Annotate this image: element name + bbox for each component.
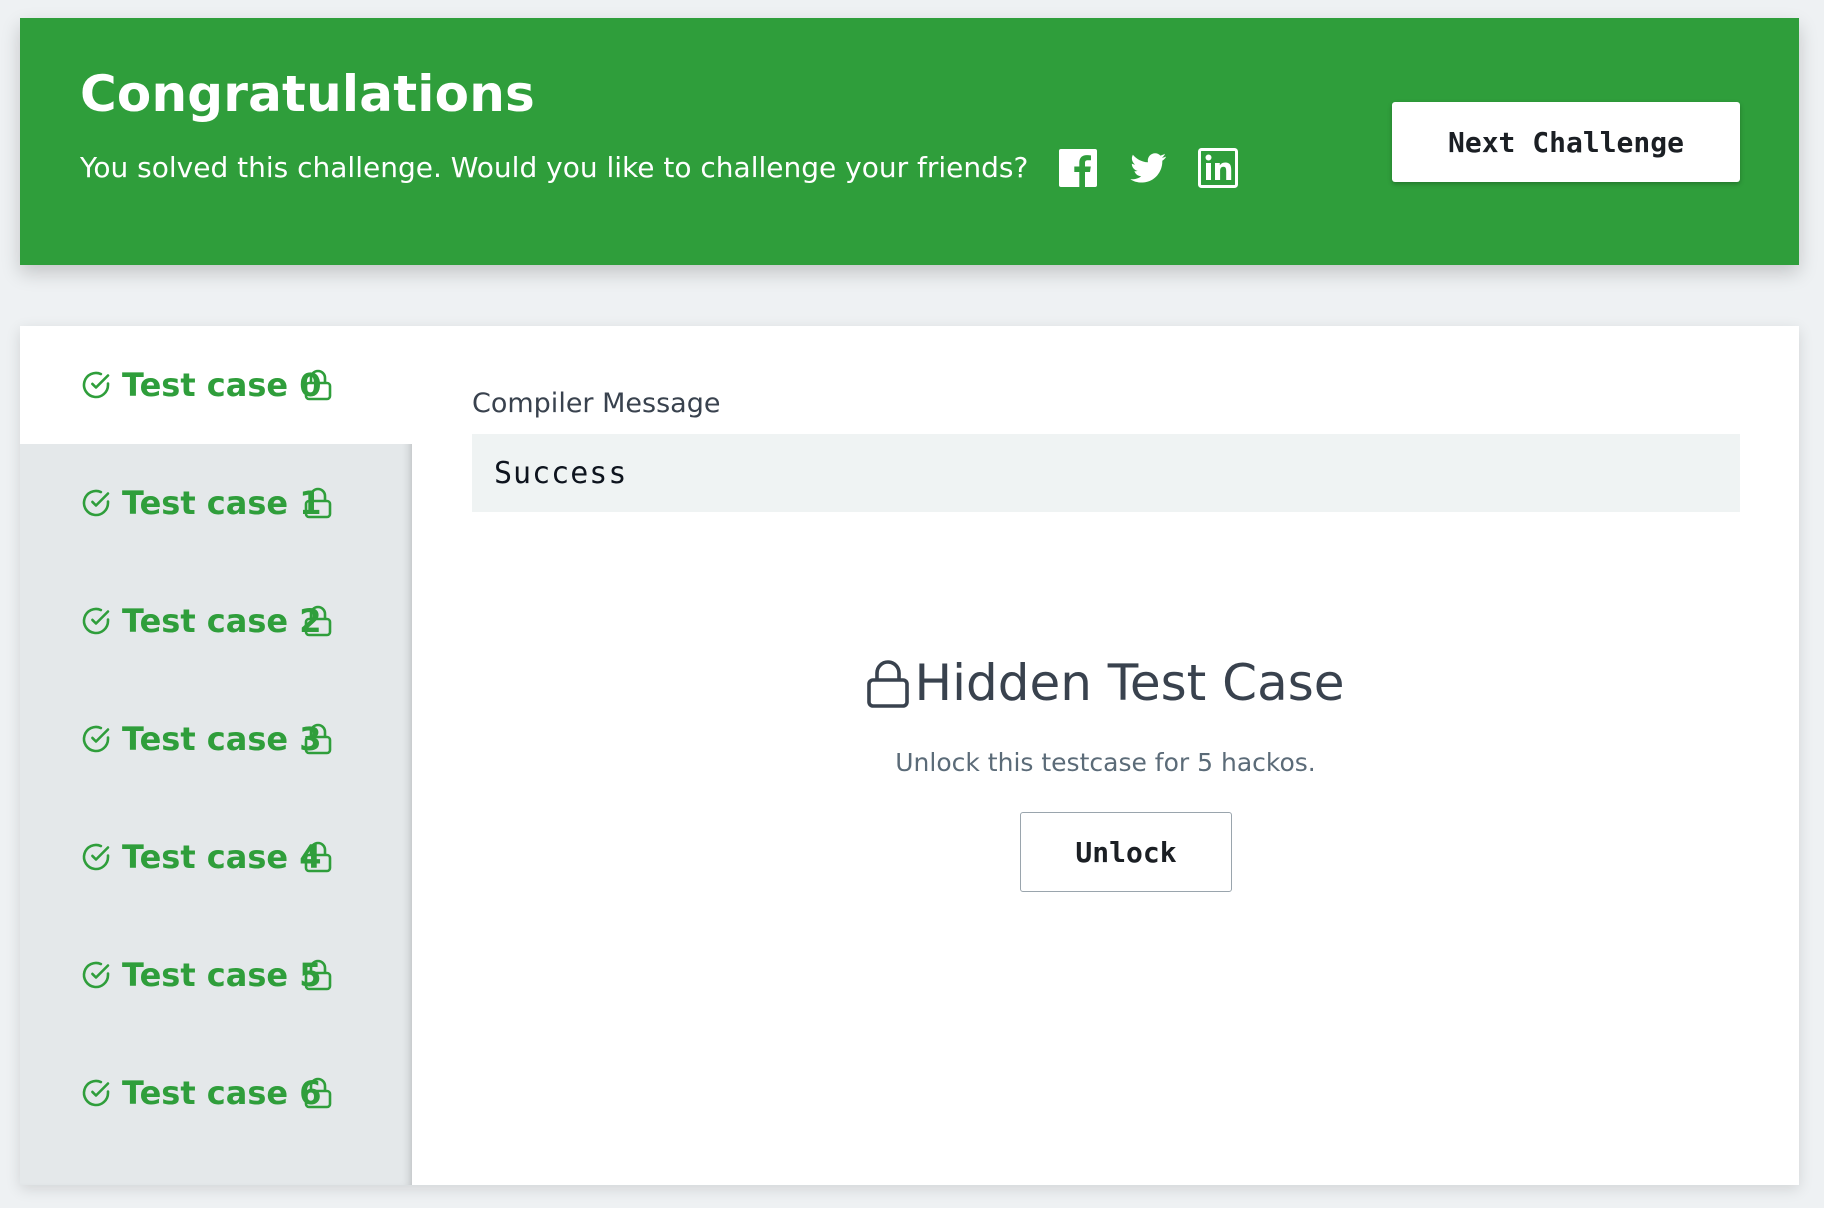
unlock-cost-note: Unlock this testcase for 5 hackos. bbox=[895, 748, 1316, 777]
banner-subtitle-row: You solved this challenge. Would you lik… bbox=[80, 148, 1268, 188]
test-case-tabs: Test case 0 Test case 1 Test case 2 Test… bbox=[20, 326, 412, 1185]
check-circle-icon bbox=[80, 723, 112, 755]
banner-subtitle: You solved this challenge. Would you lik… bbox=[80, 151, 1029, 185]
tab-label: Test case 2 bbox=[122, 602, 322, 640]
compiler-message-label: Compiler Message bbox=[472, 388, 721, 419]
tab-test-case-2[interactable]: Test case 2 bbox=[20, 562, 412, 680]
lock-icon bbox=[303, 368, 333, 402]
tab-test-case-1[interactable]: Test case 1 bbox=[20, 444, 412, 562]
lock-icon bbox=[303, 486, 333, 520]
results-panel: Test case 0 Test case 1 Test case 2 Test… bbox=[20, 326, 1799, 1185]
check-circle-icon bbox=[80, 605, 112, 637]
linkedin-icon[interactable] bbox=[1198, 148, 1239, 188]
facebook-icon[interactable] bbox=[1058, 148, 1098, 188]
tab-test-case-6[interactable]: Test case 6 bbox=[20, 1034, 412, 1152]
check-circle-icon bbox=[80, 487, 112, 519]
tab-label: Test case 4 bbox=[122, 838, 322, 876]
next-challenge-button[interactable]: Next Challenge bbox=[1392, 102, 1740, 182]
tab-label: Test case 0 bbox=[122, 366, 322, 404]
tab-test-case-0[interactable]: Test case 0 bbox=[20, 326, 412, 444]
check-circle-icon bbox=[80, 1077, 112, 1109]
unlock-button[interactable]: Unlock bbox=[1020, 812, 1232, 892]
lock-icon bbox=[303, 840, 333, 874]
check-circle-icon bbox=[80, 841, 112, 873]
tab-test-case-4[interactable]: Test case 4 bbox=[20, 798, 412, 916]
lock-icon bbox=[303, 1076, 333, 1110]
tab-label: Test case 1 bbox=[122, 484, 322, 522]
tab-label: Test case 6 bbox=[122, 1074, 322, 1112]
check-circle-icon bbox=[80, 959, 112, 991]
compiler-message-value: Success bbox=[494, 455, 628, 491]
tab-label: Test case 5 bbox=[122, 956, 322, 994]
test-case-content: Compiler Message Success Hidden Test Cas… bbox=[412, 326, 1799, 1185]
tab-label: Test case 3 bbox=[122, 720, 322, 758]
success-banner: Congratulations You solved this challeng… bbox=[20, 18, 1799, 265]
compiler-message-box: Success bbox=[472, 434, 1740, 512]
twitter-icon[interactable] bbox=[1128, 148, 1168, 188]
tab-test-case-5[interactable]: Test case 5 bbox=[20, 916, 412, 1034]
hidden-test-case-heading: Hidden Test Case bbox=[412, 656, 1799, 711]
hidden-test-case-title: Hidden Test Case bbox=[914, 654, 1345, 712]
check-circle-icon bbox=[80, 369, 112, 401]
banner-title: Congratulations bbox=[80, 65, 535, 123]
lock-icon bbox=[303, 958, 333, 992]
lock-icon bbox=[866, 659, 910, 709]
lock-icon bbox=[303, 604, 333, 638]
share-icons bbox=[1058, 148, 1268, 188]
lock-icon bbox=[303, 722, 333, 756]
tab-test-case-3[interactable]: Test case 3 bbox=[20, 680, 412, 798]
